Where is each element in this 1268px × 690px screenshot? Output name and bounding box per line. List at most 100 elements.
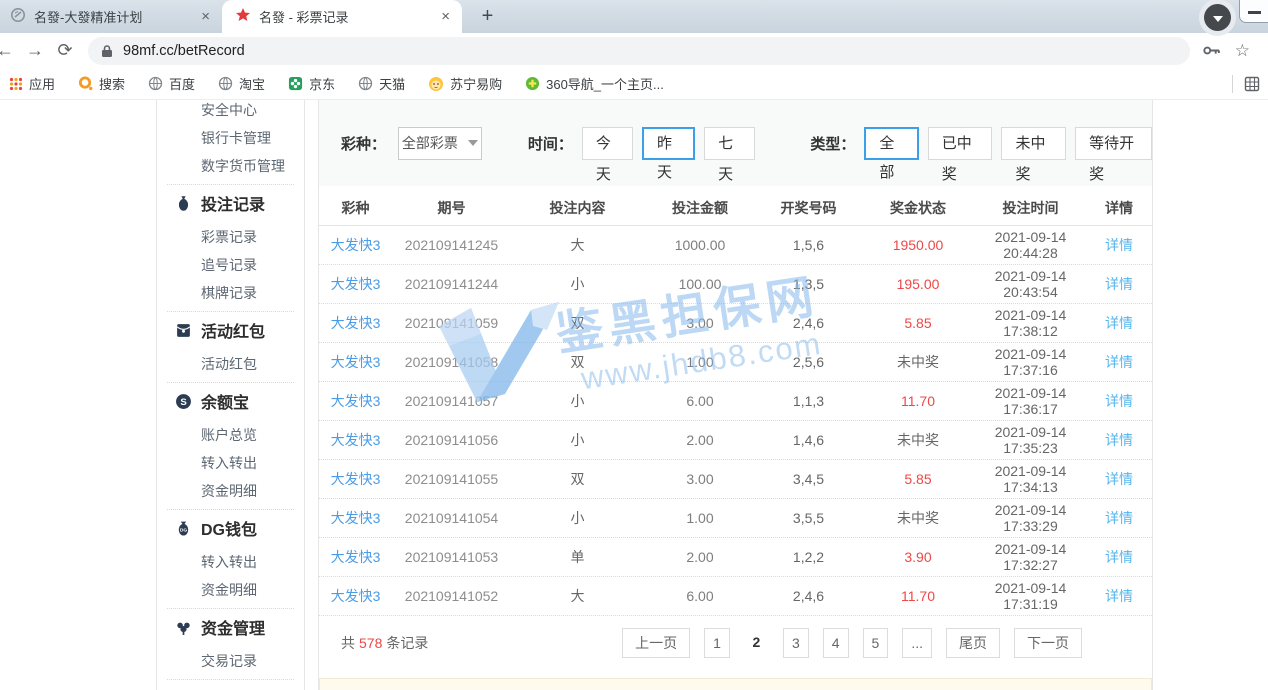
detail-link[interactable]: 详情: [1086, 469, 1152, 489]
sidebar-item-账户总览[interactable]: 账户总览: [157, 421, 304, 449]
lottery-link[interactable]: 大发快3: [319, 391, 392, 411]
column-header-彩种: 彩种: [319, 198, 392, 218]
sidebar-item-追号记录[interactable]: 追号记录: [157, 251, 304, 279]
sidebar-item-转入转出[interactable]: 转入转出: [157, 548, 304, 576]
page-button-2[interactable]: 2: [744, 628, 769, 658]
sidebar-section-DG钱包[interactable]: DG DG钱包: [175, 514, 304, 542]
lottery-link[interactable]: 大发快3: [319, 352, 392, 372]
bookmark-item[interactable]: 苏宁易购: [428, 74, 502, 93]
detail-link[interactable]: 详情: [1086, 313, 1152, 333]
window-minimize-button[interactable]: [1239, 0, 1268, 23]
sidebar-item-银行卡管理[interactable]: 银行卡管理: [157, 124, 304, 152]
lottery-link[interactable]: 大发快3: [319, 508, 392, 528]
tab-bet-record[interactable]: 名發 - 彩票记录 ×: [222, 0, 462, 33]
tab-plan[interactable]: 名發-大發精准计划 ×: [0, 0, 222, 33]
key-icon[interactable]: [1202, 41, 1221, 60]
sidebar-section-活动红包[interactable]: 活动红包: [175, 316, 304, 344]
sidebar-item-资金明细[interactable]: 资金明细: [157, 576, 304, 604]
type-option-全部[interactable]: 全部: [864, 127, 918, 160]
sidebar-divider: [167, 509, 294, 510]
type-option-已中奖[interactable]: 已中奖: [928, 127, 993, 160]
url-bar[interactable]: 98mf.cc/betRecord: [88, 37, 1190, 65]
dg-wallet-icon: DG: [175, 520, 192, 537]
last-page-button[interactable]: 尾页: [946, 628, 1000, 658]
page-button-5[interactable]: 5: [863, 628, 889, 658]
new-tab-button[interactable]: +: [474, 3, 501, 30]
bet-amount-cell: 1000.00: [644, 237, 756, 253]
prize-status-cell: 5.85: [861, 471, 975, 487]
period-cell: 202109141245: [392, 237, 511, 253]
lottery-link[interactable]: 大发快3: [319, 430, 392, 450]
bookmark-item[interactable]: 淘宝: [218, 74, 265, 93]
back-button[interactable]: ←: [0, 40, 20, 61]
lottery-link[interactable]: 大发快3: [319, 469, 392, 489]
detail-link[interactable]: 详情: [1086, 391, 1152, 411]
lottery-link[interactable]: 大发快3: [319, 235, 392, 255]
table-header-row: 彩种期号投注内容投注金额开奖号码奖金状态投注时间详情: [319, 190, 1152, 226]
sidebar-item-活动红包[interactable]: 活动红包: [157, 350, 304, 378]
detail-link[interactable]: 详情: [1086, 508, 1152, 528]
next-page-button[interactable]: 下一页: [1014, 628, 1082, 658]
type-option-未中奖[interactable]: 未中奖: [1001, 127, 1066, 160]
prev-page-button[interactable]: 上一页: [622, 628, 690, 658]
ellipsis-button[interactable]: ...: [902, 628, 932, 658]
media-circle: [1204, 4, 1231, 31]
bookmark-item[interactable]: 百度: [148, 74, 195, 93]
bookmark-item[interactable]: 天猫: [358, 74, 405, 93]
media-control-button[interactable]: [1199, 0, 1236, 36]
account-sidebar: 安全中心银行卡管理数字货币管理投注记录彩票记录追号记录棋牌记录活动红包活动红包S…: [156, 100, 305, 690]
reload-button[interactable]: ⟳: [50, 40, 80, 61]
prize-status-cell: 11.70: [861, 588, 975, 604]
detail-link[interactable]: 详情: [1086, 430, 1152, 450]
sidebar-item-彩票记录[interactable]: 彩票记录: [157, 223, 304, 251]
forward-button[interactable]: →: [20, 40, 50, 61]
apps-grid-icon: [9, 77, 23, 91]
bookmark-item[interactable]: 360导航_一个主页...: [525, 74, 664, 93]
sidebar-item-棋牌记录[interactable]: 棋牌记录: [157, 279, 304, 307]
time-option-昨天[interactable]: 昨天: [642, 127, 695, 160]
time-option-七天[interactable]: 七天: [704, 127, 755, 160]
page-button-1[interactable]: 1: [704, 628, 730, 658]
tab-bar: 名發-大發精准计划 × 名發 - 彩票记录 × +: [0, 0, 1268, 33]
yuebao-icon: S: [175, 393, 192, 410]
lottery-link[interactable]: 大发快3: [319, 586, 392, 606]
bookmark-item[interactable]: 应用: [9, 74, 55, 93]
sidebar-item-数字货币管理[interactable]: 数字货币管理: [157, 152, 304, 180]
page-button-3[interactable]: 3: [783, 628, 809, 658]
type-option-等待开奖[interactable]: 等待开奖: [1075, 127, 1152, 160]
sidebar-item-转入转出[interactable]: 转入转出: [157, 449, 304, 477]
moneybag-icon: [175, 195, 192, 212]
sidebar-section-label: DG钱包: [201, 516, 257, 540]
lottery-link[interactable]: 大发快3: [319, 547, 392, 567]
lottery-link[interactable]: 大发快3: [319, 313, 392, 333]
jd-green-icon: [288, 76, 303, 91]
table-row: 大发快3202109141057小6.001,1,311.702021-09-1…: [319, 382, 1152, 421]
sidebar-item-安全中心[interactable]: 安全中心: [157, 100, 304, 124]
reading-list-grid-icon[interactable]: [1244, 76, 1260, 92]
detail-link[interactable]: 详情: [1086, 547, 1152, 567]
sidebar-item-交易记录[interactable]: 交易记录: [157, 647, 304, 675]
time-option-今天[interactable]: 今天: [582, 127, 633, 160]
draw-numbers-cell: 2,4,6: [756, 588, 861, 604]
bookmark-label: 应用: [29, 74, 55, 93]
close-icon[interactable]: ×: [441, 9, 450, 24]
close-icon[interactable]: ×: [201, 9, 210, 24]
period-cell: 202109141059: [392, 315, 511, 331]
lottery-select[interactable]: 全部彩票: [398, 127, 482, 160]
page-button-4[interactable]: 4: [823, 628, 849, 658]
detail-link[interactable]: 详情: [1086, 352, 1152, 372]
bookmark-item[interactable]: 京东: [288, 74, 335, 93]
lottery-link[interactable]: 大发快3: [319, 274, 392, 294]
sidebar-section-投注记录[interactable]: 投注记录: [175, 189, 304, 217]
period-cell: 202109141055: [392, 471, 511, 487]
sidebar-section-资金管理[interactable]: 资金管理: [175, 613, 304, 641]
detail-link[interactable]: 详情: [1086, 274, 1152, 294]
detail-link[interactable]: 详情: [1086, 586, 1152, 606]
sidebar-item-资金明细[interactable]: 资金明细: [157, 477, 304, 505]
sidebar-section-余额宝[interactable]: S余额宝: [175, 387, 304, 415]
prize-status-cell: 5.85: [861, 315, 975, 331]
bet-content-cell: 双: [511, 352, 644, 372]
bookmark-star-icon[interactable]: ☆: [1235, 41, 1250, 61]
detail-link[interactable]: 详情: [1086, 235, 1152, 255]
bookmark-item[interactable]: 搜索: [78, 74, 125, 93]
